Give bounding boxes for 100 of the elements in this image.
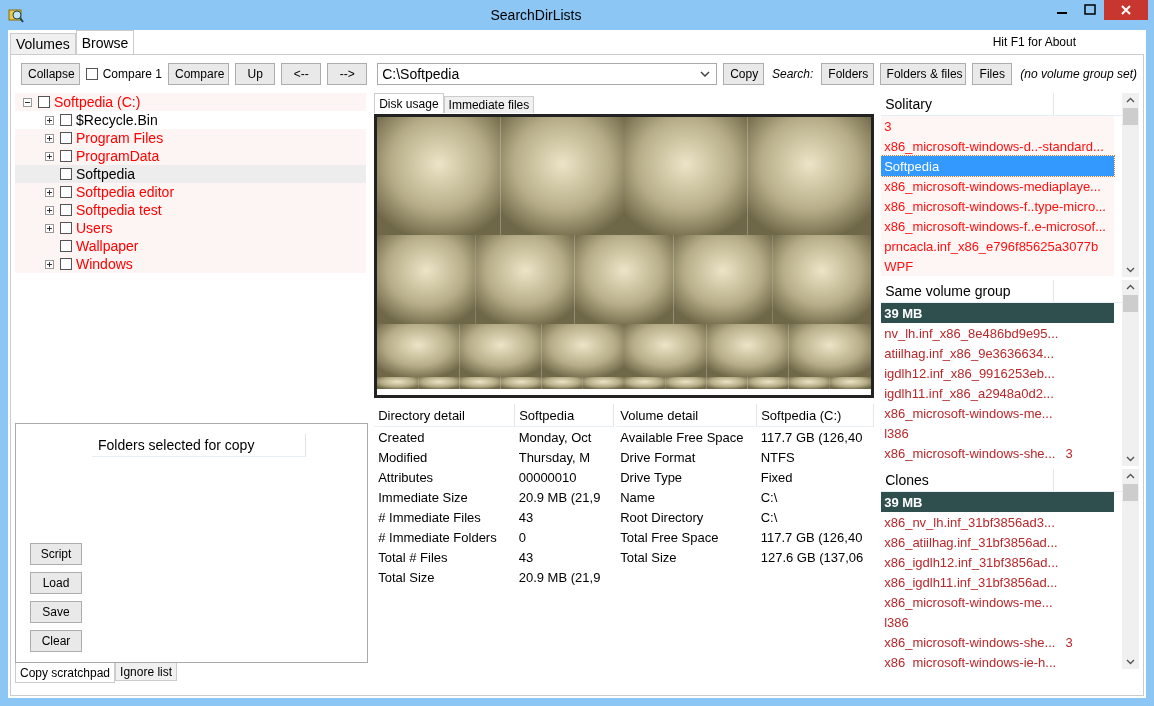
checkbox[interactable] — [38, 96, 50, 108]
tree-item[interactable]: Softpedia (C:) — [15, 93, 367, 111]
list-item[interactable]: 39 MB — [881, 303, 1114, 323]
table-cell-text: 20.9 MB (21,9 — [517, 568, 602, 587]
toolbar-button[interactable]: Folders & files — [879, 63, 967, 85]
scroll-down-icon[interactable] — [1126, 659, 1135, 665]
list-item[interactable]: x86_microsoft-windows-f..e-microsof... — [881, 216, 1114, 236]
tree-item[interactable]: Softpedia test — [15, 201, 367, 219]
path-combo[interactable]: C:\Softpedia — [377, 63, 718, 85]
table-cell-text: Total Free Space — [619, 528, 720, 547]
table-cell-text: Total # Files — [377, 548, 449, 567]
table-cell-text: # Immediate Files — [377, 508, 482, 527]
tree-item[interactable]: Softpedia — [15, 165, 367, 183]
tree-item[interactable]: $Recycle.Bin — [15, 111, 367, 129]
scrollbar-thumb[interactable] — [1123, 484, 1138, 501]
checkbox[interactable] — [85, 68, 98, 80]
collapse-icon[interactable] — [23, 97, 32, 107]
list-item[interactable]: l386 — [881, 423, 1114, 443]
scrollbar-thumb[interactable] — [1123, 108, 1138, 125]
expand-icon[interactable] — [45, 133, 54, 143]
list-item[interactable]: x86_microsoft-windows-mediaplaye... — [881, 176, 1114, 196]
expand-icon[interactable] — [45, 205, 54, 215]
list-item[interactable]: x86_microsoft-windows-she... 3 — [881, 632, 1114, 652]
checkbox[interactable] — [60, 168, 72, 180]
close-icon[interactable] — [1104, 0, 1148, 20]
toolbar-button[interactable]: Compare — [168, 63, 230, 85]
tab[interactable]: Browse — [75, 30, 135, 54]
list-item[interactable]: x86_microsoft-windows-ie-h... — [881, 652, 1114, 669]
list-item[interactable]: igdlh12.inf_x86_9916253eb... — [881, 363, 1114, 383]
list-item[interactable]: 39 MB — [881, 492, 1114, 512]
tab[interactable]: Copy scratchpad — [15, 663, 116, 683]
list-item[interactable]: x86_microsoft-windows-me... — [881, 403, 1114, 423]
list-item[interactable]: WPF — [881, 256, 1114, 276]
toolbar-button[interactable]: Collapse — [21, 63, 80, 85]
column-header: Directory detail — [374, 404, 515, 427]
list-item[interactable]: x86_nv_lh.inf_31bf3856ad3... — [881, 512, 1114, 532]
list-item[interactable]: x86_microsoft-windows-she... 3 — [881, 443, 1114, 463]
checkbox[interactable] — [60, 132, 72, 144]
toolbar-button[interactable]: Folders — [821, 63, 874, 85]
list-item[interactable]: prncacla.inf_x86_e796f85625a3077b — [881, 236, 1114, 256]
list-item[interactable]: x86_igdlh11.inf_31bf3856ad... — [881, 572, 1114, 592]
list-item[interactable]: x86_microsoft-windows-me... — [881, 592, 1114, 612]
toolbar-button[interactable]: --> — [327, 63, 368, 85]
tab[interactable]: Immediate files — [443, 96, 535, 113]
toolbar-button[interactable]: <-- — [281, 63, 322, 85]
tree-item[interactable]: Program Files — [15, 129, 367, 147]
list-item[interactable]: atiilhag.inf_x86_9e3636634... — [881, 343, 1114, 363]
expand-icon[interactable] — [45, 223, 54, 233]
tree-item[interactable]: Windows — [15, 255, 367, 273]
list-item[interactable]: x86_microsoft-windows-f..type-micro... — [881, 196, 1114, 216]
list-item[interactable]: x86_atiilhag.inf_31bf3856ad... — [881, 532, 1114, 552]
tab[interactable]: Volumes — [10, 33, 76, 54]
scratchpad-button[interactable]: Load — [30, 572, 82, 594]
list-item[interactable]: nv_lh.inf_x86_8e486bd9e95... — [881, 323, 1114, 343]
scroll-down-icon[interactable] — [1126, 456, 1135, 462]
scroll-up-icon[interactable] — [1126, 473, 1135, 479]
scratchpad-button[interactable]: Clear — [30, 630, 82, 652]
toolbar-button[interactable]: Files — [972, 63, 1013, 85]
expand-icon[interactable] — [45, 151, 54, 161]
window-title: SearchDirLists — [490, 7, 582, 23]
table-cell-text: Immediate Size — [377, 488, 469, 507]
tree-item[interactable]: Users — [15, 219, 367, 237]
scratchpad-button[interactable]: Script — [30, 543, 82, 565]
scrollbar[interactable] — [1122, 469, 1139, 669]
list-item[interactable]: igdlh11.inf_x86_a2948a0d2... — [881, 383, 1114, 403]
list-item[interactable]: x86_igdlh12.inf_31bf3856ad... — [881, 552, 1114, 572]
toolbar-button[interactable]: Up — [235, 63, 276, 85]
checkbox[interactable] — [60, 150, 72, 162]
checkbox[interactable] — [60, 204, 72, 216]
toolbar-button[interactable]: Copy — [723, 63, 764, 85]
expand-icon[interactable] — [45, 115, 54, 125]
scrollbar[interactable] — [1122, 93, 1139, 277]
table-cell-text: C:\ — [759, 508, 779, 527]
list-item[interactable]: 3 — [881, 116, 1114, 136]
tab[interactable]: Disk usage — [374, 93, 444, 113]
scroll-up-icon[interactable] — [1126, 97, 1135, 103]
checkbox[interactable] — [60, 186, 72, 198]
checkbox[interactable] — [60, 222, 72, 234]
list-item[interactable]: l386 — [881, 612, 1114, 632]
table-cell-text: C:\ — [759, 488, 779, 507]
tree-item[interactable]: Wallpaper — [15, 237, 367, 255]
scroll-down-icon[interactable] — [1126, 267, 1135, 273]
expand-icon[interactable] — [45, 187, 54, 197]
dropdown-caret-icon[interactable] — [700, 71, 711, 77]
checkbox[interactable] — [60, 258, 72, 270]
scrollbar[interactable] — [1122, 280, 1139, 466]
tree-item[interactable]: ProgramData — [15, 147, 367, 165]
tab[interactable]: Ignore list — [115, 663, 178, 681]
expand-icon[interactable] — [45, 259, 54, 269]
tree-item[interactable]: Softpedia editor — [15, 183, 367, 201]
scratchpad-button[interactable]: Save — [30, 601, 82, 623]
scroll-up-icon[interactable] — [1126, 284, 1135, 290]
checkbox[interactable] — [60, 240, 72, 252]
toolbar-label: (no volume group set) — [1020, 67, 1137, 81]
checkbox[interactable] — [60, 114, 72, 126]
table-cell-text: Total Size — [619, 548, 678, 567]
scrollbar-thumb[interactable] — [1123, 295, 1138, 312]
list-item[interactable]: x86_microsoft-windows-d..-standard... — [881, 136, 1114, 156]
toolbar-label: Search: — [772, 67, 814, 81]
column-header: Softpedia (C:) — [756, 404, 874, 427]
